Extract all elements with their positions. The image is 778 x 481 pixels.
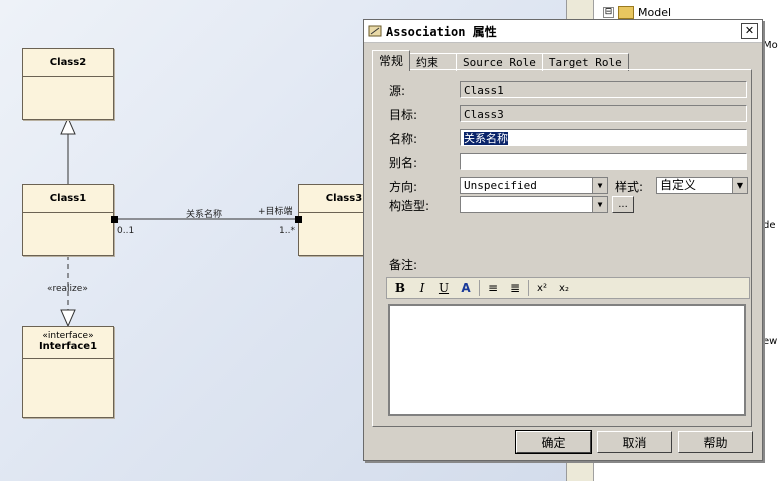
target-role-label: +目标端	[258, 207, 293, 217]
association-icon	[368, 24, 382, 38]
target-multiplicity: 1..*	[279, 226, 295, 236]
bullet-list-icon[interactable]: ≡	[484, 281, 502, 295]
class2-box[interactable]: Class2	[22, 48, 114, 120]
notes-toolbar: B I U A ≡ ≣ x² x₂	[386, 277, 750, 299]
ok-button[interactable]: 确定	[515, 430, 592, 454]
style-label: 样式:	[615, 180, 644, 194]
font-color-icon[interactable]: A	[457, 281, 475, 295]
stereotype-select[interactable]: ▼	[460, 196, 608, 213]
tab-general[interactable]: 常规	[372, 50, 411, 71]
class1-name: Class1	[23, 185, 113, 213]
toolbar-separator	[528, 280, 529, 296]
direction-value: Unspecified	[464, 179, 537, 192]
target-label: 目标:	[389, 108, 418, 122]
style-select[interactable]: 自定义 ▼	[656, 177, 748, 194]
name-label: 名称:	[389, 132, 418, 146]
class1-box[interactable]: Class1	[22, 184, 114, 256]
underline-icon[interactable]: U	[435, 281, 453, 295]
chevron-down-icon[interactable]: ▼	[592, 197, 607, 212]
tree-fragment: Mo	[763, 40, 778, 51]
realization-arrow	[60, 309, 76, 328]
help-button[interactable]: 帮助	[678, 431, 753, 453]
subscript-icon[interactable]: x₂	[555, 283, 573, 294]
tab-strip: 常规 约束 Source Role Target Role	[372, 50, 629, 71]
generalization-arrow	[60, 116, 76, 135]
stereotype-browse-button[interactable]: ...	[612, 196, 634, 213]
source-multiplicity: 0..1	[117, 226, 135, 236]
package-icon	[618, 6, 634, 19]
source-field: Class1	[460, 81, 747, 98]
stereotype-label: 构造型:	[389, 199, 430, 213]
bold-icon[interactable]: B	[391, 281, 409, 295]
chevron-down-icon[interactable]: ▼	[732, 178, 747, 193]
notes-label: 备注:	[389, 258, 418, 272]
dialog-titlebar[interactable]: Association 属性 ✕	[364, 20, 762, 43]
name-field[interactable]: 关系名称	[460, 129, 747, 146]
source-handle[interactable]	[111, 216, 118, 223]
interface1-box[interactable]: «interface» Interface1	[22, 326, 114, 418]
alias-label: 别名:	[389, 156, 418, 170]
dialog-title: Association 属性	[386, 24, 497, 39]
toolbar-separator	[479, 280, 480, 296]
name-field-value: 关系名称	[464, 132, 508, 145]
numbered-list-icon[interactable]: ≣	[506, 281, 524, 295]
class2-name: Class2	[23, 49, 113, 77]
association-properties-dialog: Association 属性 ✕ 常规 约束 Source Role Targe…	[363, 19, 763, 461]
realize-label: «realize»	[47, 284, 88, 294]
italic-icon[interactable]: I	[413, 281, 431, 295]
close-button[interactable]: ✕	[741, 23, 758, 39]
tree-fragment: ew	[763, 336, 778, 347]
association-name-label[interactable]: 关系名称	[186, 207, 222, 220]
source-label: 源:	[389, 84, 406, 98]
alias-field[interactable]	[460, 153, 747, 170]
target-field: Class3	[460, 105, 747, 122]
interface-stereotype: «interface»	[42, 331, 94, 341]
tree-fragment: de	[763, 220, 776, 231]
tree-node-label: Model	[638, 6, 672, 19]
tree-node-model[interactable]: ⊟ Model	[603, 6, 671, 19]
target-handle[interactable]	[295, 216, 302, 223]
notes-editor[interactable]	[388, 304, 746, 416]
direction-select[interactable]: Unspecified ▼	[460, 177, 608, 194]
direction-label: 方向:	[389, 180, 418, 194]
collapse-icon[interactable]: ⊟	[603, 7, 614, 18]
cancel-button[interactable]: 取消	[597, 431, 672, 453]
interface1-name: Interface1	[23, 341, 113, 359]
superscript-icon[interactable]: x²	[533, 283, 551, 294]
style-value: 自定义	[660, 178, 697, 192]
chevron-down-icon[interactable]: ▼	[592, 178, 607, 193]
